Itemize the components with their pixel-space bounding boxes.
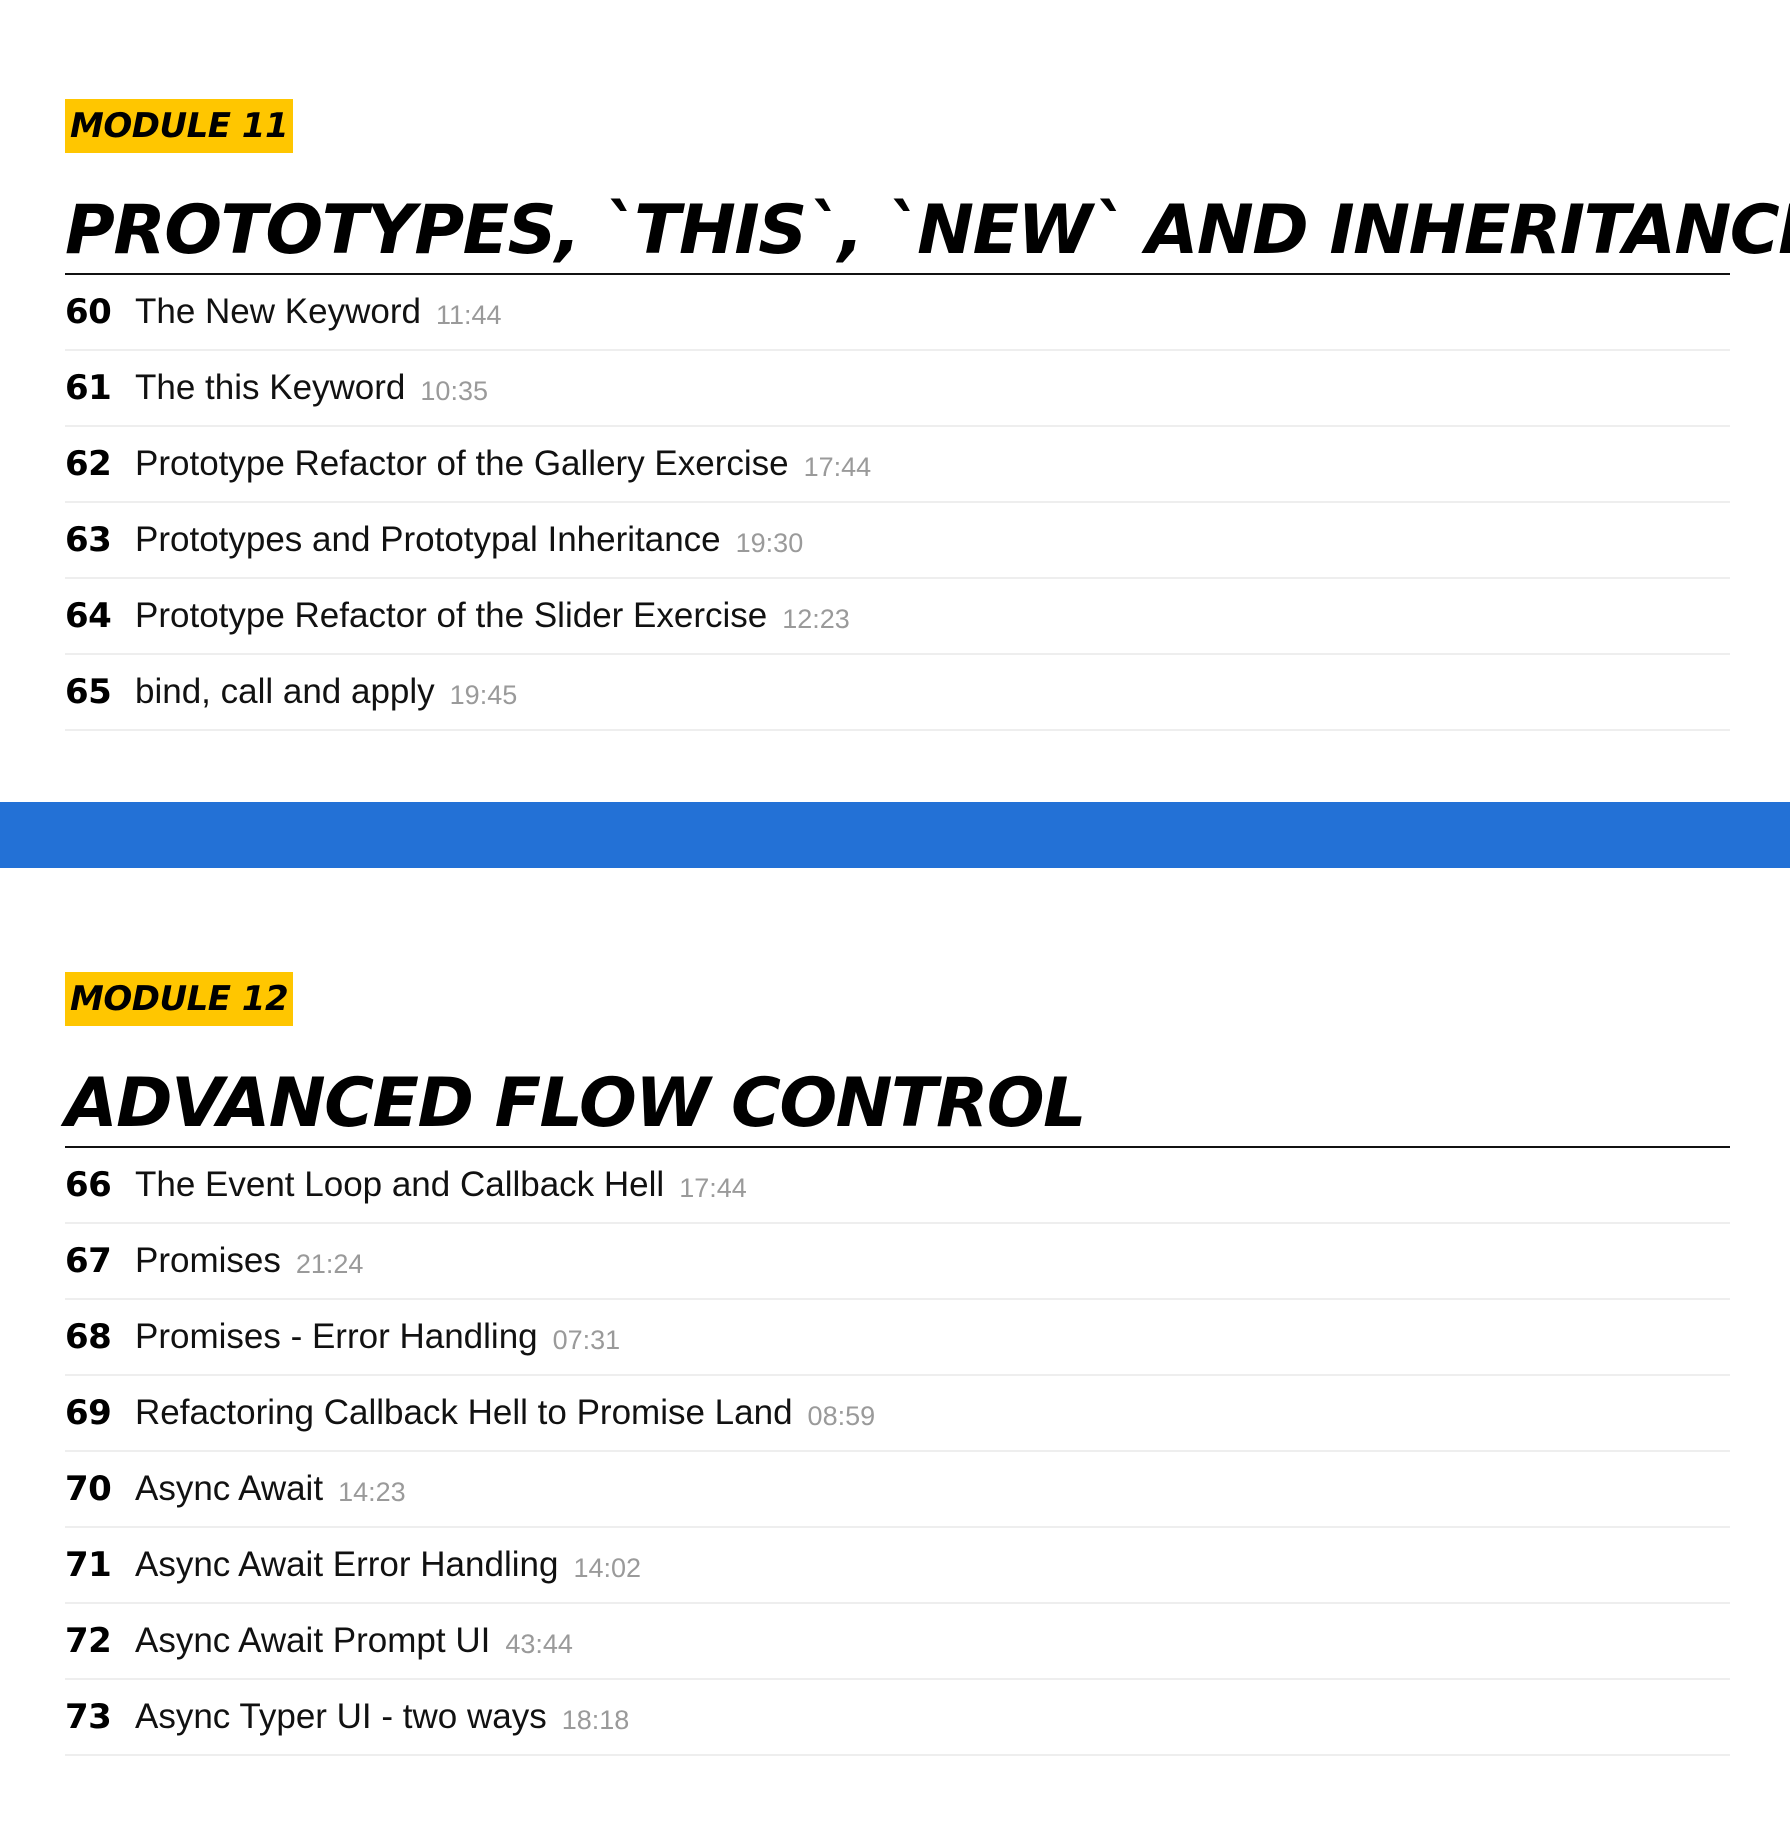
lesson-number: 67: [65, 1241, 112, 1281]
lesson-item[interactable]: 71 Async Await Error Handling 14:02: [65, 1528, 1730, 1604]
lesson-item[interactable]: 70 Async Await 14:23: [65, 1452, 1730, 1528]
lesson-number: 68: [65, 1317, 112, 1357]
lesson-item[interactable]: 73 Async Typer UI - two ways 18:18: [65, 1680, 1730, 1756]
lesson-title: Promises - Error Handling: [135, 1317, 538, 1356]
lesson-number: 66: [65, 1165, 112, 1205]
lesson-title: Prototypes and Prototypal Inheritance: [135, 520, 721, 559]
lesson-item[interactable]: 67 Promises 21:24: [65, 1224, 1730, 1300]
lesson-duration: 17:44: [803, 451, 872, 482]
lesson-number: 63: [65, 520, 112, 560]
lesson-duration: 07:31: [552, 1324, 621, 1355]
lesson-duration: 10:35: [420, 375, 488, 406]
lesson-duration: 21:24: [295, 1248, 364, 1279]
lesson-number: 69: [65, 1393, 112, 1433]
lesson-title: The New Keyword: [135, 292, 421, 331]
lesson-title: Async Await: [135, 1469, 324, 1508]
lesson-duration: 17:44: [679, 1172, 747, 1203]
module-section: MODULE 11 PROTOTYPES, `THIS`, `NEW` AND …: [65, 99, 1790, 731]
lesson-number: 62: [65, 444, 112, 484]
lesson-item[interactable]: 60 The New Keyword 11:44: [65, 275, 1730, 351]
lesson-title: Async Typer UI - two ways: [135, 1697, 547, 1736]
lesson-duration: 14:02: [573, 1552, 642, 1583]
module-badge: MODULE 11: [65, 99, 294, 153]
lesson-item[interactable]: 66 The Event Loop and Callback Hell 17:4…: [65, 1148, 1730, 1224]
lesson-item[interactable]: 72 Async Await Prompt UI 43:44: [65, 1604, 1730, 1680]
module-section: MODULE 12 ADVANCED FLOW CONTROL 66 The E…: [65, 972, 1730, 1756]
lesson-number: 70: [65, 1469, 112, 1509]
lesson-item[interactable]: 69 Refactoring Callback Hell to Promise …: [65, 1376, 1730, 1452]
lesson-list: 60 The New Keyword 11:44 61 The this Key…: [65, 275, 1730, 731]
module-title: ADVANCED FLOW CONTROL: [65, 1064, 1086, 1143]
lesson-title: The Event Loop and Callback Hell: [135, 1165, 665, 1204]
lesson-duration: 11:44: [435, 299, 502, 330]
lesson-item[interactable]: 63 Prototypes and Prototypal Inheritance…: [65, 503, 1730, 579]
lesson-duration: 19:30: [735, 527, 804, 558]
lesson-number: 72: [65, 1621, 112, 1661]
lesson-title: Async Await Prompt UI: [135, 1621, 491, 1660]
module-badge: MODULE 12: [65, 972, 294, 1026]
lesson-title: Prototype Refactor of the Gallery Exerci…: [135, 444, 789, 483]
lesson-number: 61: [65, 368, 112, 408]
lesson-number: 65: [65, 672, 112, 712]
lesson-item[interactable]: 62 Prototype Refactor of the Gallery Exe…: [65, 427, 1730, 503]
lesson-number: 64: [65, 596, 112, 636]
lesson-title: Async Await Error Handling: [135, 1545, 559, 1584]
lesson-title: The this Keyword: [135, 368, 406, 407]
lesson-title: Prototype Refactor of the Slider Exercis…: [135, 596, 768, 635]
lesson-duration: 12:23: [782, 603, 850, 634]
lesson-title: Promises: [135, 1241, 281, 1280]
lesson-number: 73: [65, 1697, 112, 1737]
section-divider-band: [0, 802, 1790, 868]
lesson-title: bind, call and apply: [135, 672, 435, 711]
lesson-number: 60: [65, 292, 112, 332]
lesson-duration: 18:18: [561, 1704, 630, 1735]
lesson-list: 66 The Event Loop and Callback Hell 17:4…: [65, 1148, 1730, 1756]
lesson-item[interactable]: 68 Promises - Error Handling 07:31: [65, 1300, 1730, 1376]
lesson-item[interactable]: 61 The this Keyword 10:35: [65, 351, 1730, 427]
lesson-number: 71: [65, 1545, 112, 1585]
lesson-title: Refactoring Callback Hell to Promise Lan…: [135, 1393, 793, 1432]
module-title: PROTOTYPES, `THIS`, `NEW` AND INHERITANC…: [65, 191, 1790, 270]
lesson-duration: 08:59: [807, 1400, 876, 1431]
lesson-item[interactable]: 64 Prototype Refactor of the Slider Exer…: [65, 579, 1730, 655]
lesson-duration: 43:44: [505, 1628, 573, 1659]
lesson-duration: 19:45: [449, 679, 518, 710]
lesson-duration: 14:23: [338, 1476, 406, 1507]
lesson-item[interactable]: 65 bind, call and apply 19:45: [65, 655, 1730, 731]
